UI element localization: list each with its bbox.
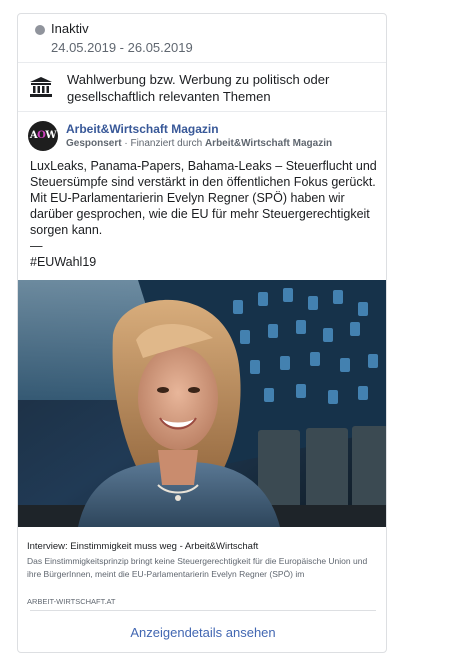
link-description: Das Einstimmigkeitsprinzip bringt keine … (27, 556, 368, 579)
government-building-icon (30, 77, 52, 97)
ad-card: Inaktiv 24.05.2019 - 26.05.2019 Wahlwerb… (17, 13, 387, 653)
status-label: Inaktiv (51, 21, 89, 36)
post-dash: — (30, 239, 43, 253)
sponsored-line: Gesponsert · Finanziert durch Arbeit&Wir… (66, 138, 332, 149)
ad-photo[interactable] (18, 280, 386, 527)
advertiser-name-link[interactable]: Arbeit&Wirtschaft Magazin (66, 122, 219, 136)
ad-category-section: Wahlwerbung bzw. Werbung zu politisch od… (18, 63, 386, 112)
sponsored-label: Gesponsert (66, 138, 122, 149)
post-text: LuxLeaks, Panama-Papers, Bahama-Leaks – … (30, 158, 382, 270)
link-title: Interview: Einstimmigkeit muss weg - Arb… (27, 541, 259, 552)
inactive-status-dot-icon (35, 25, 45, 35)
portrait-photo-image (18, 280, 386, 527)
post-body: LuxLeaks, Panama-Papers, Bahama-Leaks – … (30, 159, 377, 237)
post-hashtag[interactable]: #EUWahl19 (30, 254, 382, 270)
funded-prefix: · Finanziert durch (121, 138, 205, 149)
ad-details-link[interactable]: Anzeigendetails ansehen (18, 625, 386, 640)
link-preview[interactable]: Interview: Einstimmigkeit muss weg - Arb… (18, 527, 386, 606)
divider (30, 610, 376, 611)
ad-status-section: Inaktiv 24.05.2019 - 26.05.2019 (18, 14, 386, 63)
run-dates: 24.05.2019 - 26.05.2019 (51, 40, 193, 55)
advertiser-avatar[interactable]: AOW (28, 121, 58, 151)
funded-by-name: Arbeit&Wirtschaft Magazin (204, 138, 333, 149)
avatar-logo-text: AOW (29, 130, 57, 141)
link-domain: ARBEIT-WIRTSCHAFT.AT (27, 597, 116, 606)
ad-category-text: Wahlwerbung bzw. Werbung zu politisch od… (67, 72, 330, 104)
